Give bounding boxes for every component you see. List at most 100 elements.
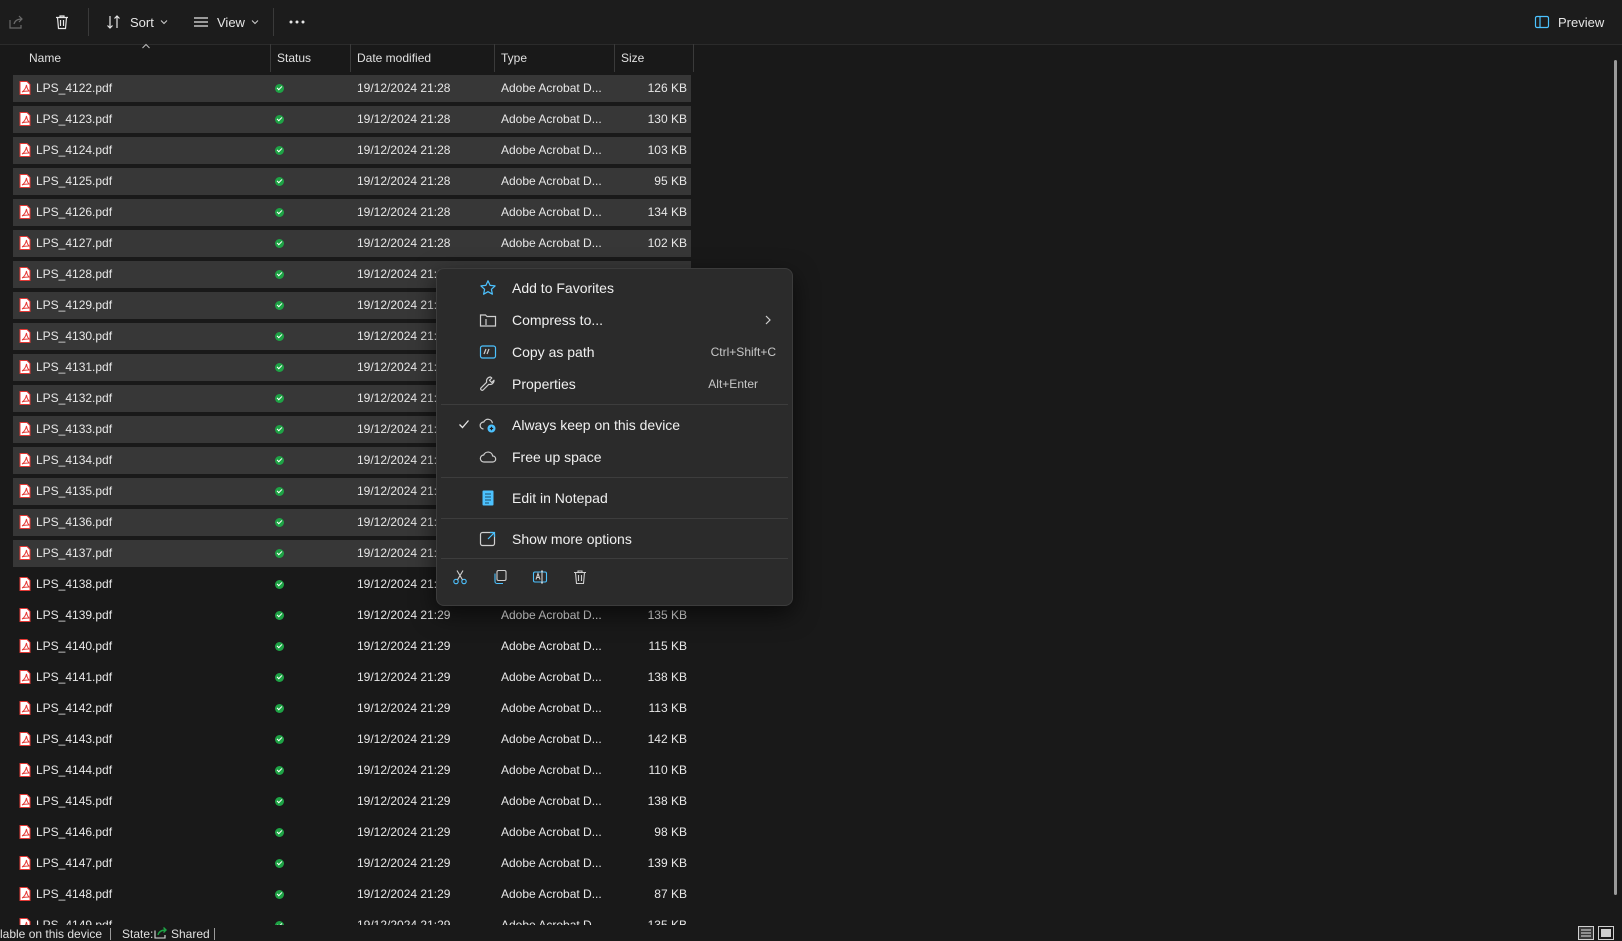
file-type: Adobe Acrobat D...	[501, 670, 602, 684]
file-name: LPS_4144.pdf	[36, 763, 113, 777]
menu-item-free-up-space[interactable]: Free up space	[441, 441, 788, 473]
more-options-button[interactable]	[288, 10, 306, 34]
menu-quick-actions	[437, 559, 792, 595]
sync-ok-icon	[275, 549, 284, 558]
menu-item-label: Always keep on this device	[512, 417, 681, 433]
menu-item-label: Show more options	[512, 531, 632, 547]
column-header-size[interactable]: Size	[621, 44, 644, 72]
file-name: LPS_4148.pdf	[36, 887, 113, 901]
view-button[interactable]: View	[193, 10, 259, 34]
file-date: 19/12/2024 21:2	[357, 484, 444, 498]
pdf-file-icon	[19, 732, 31, 746]
preview-button[interactable]: Preview	[1534, 10, 1604, 34]
sync-ok-icon	[275, 766, 284, 775]
column-header-name[interactable]: Name	[29, 44, 61, 72]
sort-button[interactable]: Sort	[106, 10, 168, 34]
file-row[interactable]: LPS_4140.pdf 19/12/2024 21:29 Adobe Acroba…	[13, 633, 691, 660]
toolbar-divider	[273, 8, 274, 36]
file-date: 19/12/2024 21:29	[357, 639, 451, 653]
file-name: LPS_4126.pdf	[36, 205, 113, 219]
menu-separator	[441, 404, 788, 405]
menu-item-copy-path[interactable]: Copy as path Ctrl+Shift+C	[441, 336, 788, 368]
column-divider[interactable]	[270, 44, 271, 72]
menu-item-edit-notepad[interactable]: Edit in Notepad	[441, 482, 788, 514]
column-divider[interactable]	[614, 44, 615, 72]
menu-separator	[441, 477, 788, 478]
file-row[interactable]: LPS_4145.pdf 19/12/2024 21:29 Adobe Acroba…	[13, 788, 691, 815]
file-name: LPS_4139.pdf	[36, 608, 113, 622]
file-row[interactable]: LPS_4146.pdf 19/12/2024 21:29 Adobe Acroba…	[13, 819, 691, 846]
file-row[interactable]: LPS_4143.pdf 19/12/2024 21:29 Adobe Acroba…	[13, 726, 691, 753]
pdf-file-icon	[19, 825, 31, 839]
file-row[interactable]: LPS_4125.pdf 19/12/2024 21:28 Adobe Acroba…	[13, 168, 691, 195]
column-header-type[interactable]: Type	[501, 44, 527, 72]
pdf-file-icon	[19, 143, 31, 157]
copy-button[interactable]	[488, 565, 512, 589]
menu-item-properties[interactable]: Properties Alt+Enter	[441, 368, 788, 400]
share-icon	[9, 15, 23, 29]
file-row[interactable]: LPS_4144.pdf 19/12/2024 21:29 Adobe Acroba…	[13, 757, 691, 784]
details-view-icon[interactable]	[1578, 926, 1594, 940]
sync-ok-icon	[275, 332, 284, 341]
pdf-file-icon	[19, 701, 31, 715]
file-name: LPS_4133.pdf	[36, 422, 113, 436]
trash-icon	[574, 570, 586, 585]
file-type: Adobe Acrobat D...	[501, 205, 602, 219]
shortcut-hint: Ctrl+Shift+C	[710, 345, 776, 359]
file-row[interactable]: LPS_4149.pdf 19/12/2024 21:29 Adobe Acroba…	[13, 912, 691, 926]
file-size: 87 KB	[654, 887, 687, 901]
menu-item-compress[interactable]: Compress to...	[441, 304, 788, 336]
sync-ok-icon	[275, 146, 284, 155]
file-row[interactable]: LPS_4126.pdf 19/12/2024 21:28 Adobe Acroba…	[13, 199, 691, 226]
command-bar: Sort View Preview	[0, 0, 1622, 45]
notepad-icon	[482, 490, 494, 506]
sync-ok-icon	[275, 580, 284, 589]
cut-button[interactable]	[448, 565, 472, 589]
file-date: 19/12/2024 21:2	[357, 577, 444, 591]
column-divider[interactable]	[494, 44, 495, 72]
share-button[interactable]	[8, 10, 24, 34]
file-date: 19/12/2024 21:2	[357, 329, 444, 343]
file-size: 130 KB	[647, 112, 687, 126]
menu-item-add-favorites[interactable]: Add to Favorites	[441, 272, 788, 304]
pdf-file-icon	[19, 608, 31, 622]
delete-button[interactable]	[568, 565, 592, 589]
file-row[interactable]: LPS_4122.pdf 19/12/2024 21:28 Adobe Acroba…	[13, 75, 691, 102]
file-row[interactable]: LPS_4147.pdf 19/12/2024 21:29 Adobe Acroba…	[13, 850, 691, 877]
pdf-file-icon	[19, 639, 31, 653]
file-date: 19/12/2024 21:2	[357, 453, 444, 467]
pdf-file-icon	[19, 794, 31, 808]
menu-item-show-more-options[interactable]: Show more options	[441, 523, 788, 555]
menu-item-keep-on-device[interactable]: Always keep on this device	[441, 409, 788, 441]
file-row[interactable]: LPS_4124.pdf 19/12/2024 21:28 Adobe Acroba…	[13, 137, 691, 164]
column-divider[interactable]	[350, 44, 351, 72]
sync-ok-icon	[275, 301, 284, 310]
vertical-scrollbar[interactable]	[1614, 60, 1617, 895]
copy-icon	[494, 569, 507, 585]
sync-ok-icon	[275, 797, 284, 806]
file-type: Adobe Acrobat D...	[501, 856, 602, 870]
rename-button[interactable]	[528, 565, 552, 589]
file-name: LPS_4143.pdf	[36, 732, 113, 746]
sync-ok-icon	[275, 394, 284, 403]
column-header-date[interactable]: Date modified	[357, 44, 431, 72]
file-row[interactable]: LPS_4123.pdf 19/12/2024 21:28 Adobe Acroba…	[13, 106, 691, 133]
column-divider[interactable]	[693, 44, 694, 72]
file-row[interactable]: LPS_4148.pdf 19/12/2024 21:29 Adobe Acroba…	[13, 881, 691, 908]
file-row[interactable]: LPS_4142.pdf 19/12/2024 21:29 Adobe Acroba…	[13, 695, 691, 722]
file-type: Adobe Acrobat D...	[501, 143, 602, 157]
pdf-file-icon	[19, 236, 31, 250]
file-row[interactable]: LPS_4139.pdf 19/12/2024 21:29 Adobe Acroba…	[13, 602, 691, 629]
file-type: Adobe Acrobat D...	[501, 236, 602, 250]
column-header-status[interactable]: Status	[277, 44, 311, 72]
file-date: 19/12/2024 21:29	[357, 918, 451, 926]
file-row[interactable]: LPS_4127.pdf 19/12/2024 21:28 Adobe Acroba…	[13, 230, 691, 257]
state-value: Shared	[171, 927, 210, 941]
pdf-file-icon	[19, 484, 31, 498]
file-size: 139 KB	[647, 856, 687, 870]
file-row[interactable]: LPS_4141.pdf 19/12/2024 21:29 Adobe Acroba…	[13, 664, 691, 691]
file-type: Adobe Acrobat D...	[501, 174, 602, 188]
sync-ok-icon	[275, 270, 284, 279]
delete-button[interactable]	[54, 10, 70, 34]
tiles-view-icon[interactable]	[1598, 926, 1614, 940]
